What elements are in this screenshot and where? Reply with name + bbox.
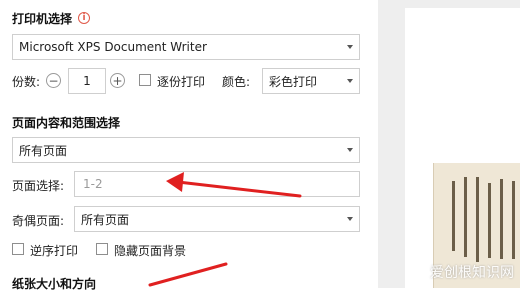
annotation-arrows [148,172,302,287]
arrow-to-pages-input [176,180,302,198]
arrow-to-paper-section [148,262,228,287]
arrowhead-pages-input [166,172,184,192]
